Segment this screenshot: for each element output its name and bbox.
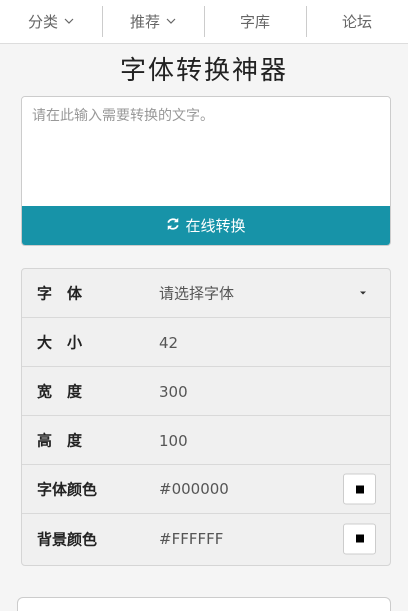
size-input[interactable]: 42 <box>159 334 178 352</box>
convert-button-label: 在线转换 <box>185 217 246 235</box>
chevron-down-icon <box>166 16 176 27</box>
text-input[interactable] <box>22 97 390 207</box>
font-color-swatch <box>355 485 364 493</box>
height-row: 高 度 100 <box>22 416 390 465</box>
refresh-icon <box>166 216 180 235</box>
nav-item-recommend[interactable]: 推荐 <box>102 0 204 43</box>
width-label: 宽 度 <box>37 382 83 401</box>
height-label: 高 度 <box>37 431 83 450</box>
size-label: 大 小 <box>37 333 83 352</box>
bg-color-label: 背景颜色 <box>37 530 98 548</box>
size-row: 大 小 42 <box>22 318 390 367</box>
bg-color-row: 背景颜色 #FFFFFF <box>22 514 390 563</box>
top-nav: 分类 推荐 字库 论坛 <box>0 0 408 44</box>
nav-item-label: 推荐 <box>129 13 160 31</box>
convert-button[interactable]: 在线转换 <box>22 206 390 245</box>
nav-item-label: 字库 <box>239 13 270 31</box>
font-label: 字 体 <box>37 284 83 303</box>
font-select[interactable]: 请选择字体 <box>159 283 234 304</box>
page-title: 字体转换神器 <box>119 56 288 86</box>
font-color-input[interactable]: #000000 <box>159 480 229 498</box>
bg-color-input[interactable]: #FFFFFF <box>159 530 223 548</box>
bg-color-picker-button[interactable] <box>343 523 376 554</box>
settings-panel: 字 体 请选择字体 大 小 42 宽 度 300 高 度 100 字体颜色 #0… <box>21 268 391 566</box>
font-color-picker-button[interactable] <box>343 473 376 505</box>
nav-item-category[interactable]: 分类 <box>0 0 102 43</box>
nav-item-font-library[interactable]: 字库 <box>204 0 306 43</box>
nav-item-forum[interactable]: 论坛 <box>306 0 408 43</box>
width-row: 宽 度 300 <box>22 367 390 416</box>
width-input[interactable]: 300 <box>159 383 188 401</box>
font-color-row: 字体颜色 #000000 <box>22 465 390 514</box>
chevron-down-icon <box>64 16 74 27</box>
font-row[interactable]: 字 体 请选择字体 <box>22 269 390 318</box>
caret-down-icon <box>360 291 366 295</box>
text-input-card: 在线转换 <box>21 96 391 246</box>
nav-item-label: 分类 <box>27 13 58 31</box>
font-color-label: 字体颜色 <box>37 480 98 499</box>
height-input[interactable]: 100 <box>159 432 188 450</box>
result-card <box>17 597 391 611</box>
nav-item-label: 论坛 <box>341 13 372 31</box>
bg-color-swatch <box>355 534 364 543</box>
